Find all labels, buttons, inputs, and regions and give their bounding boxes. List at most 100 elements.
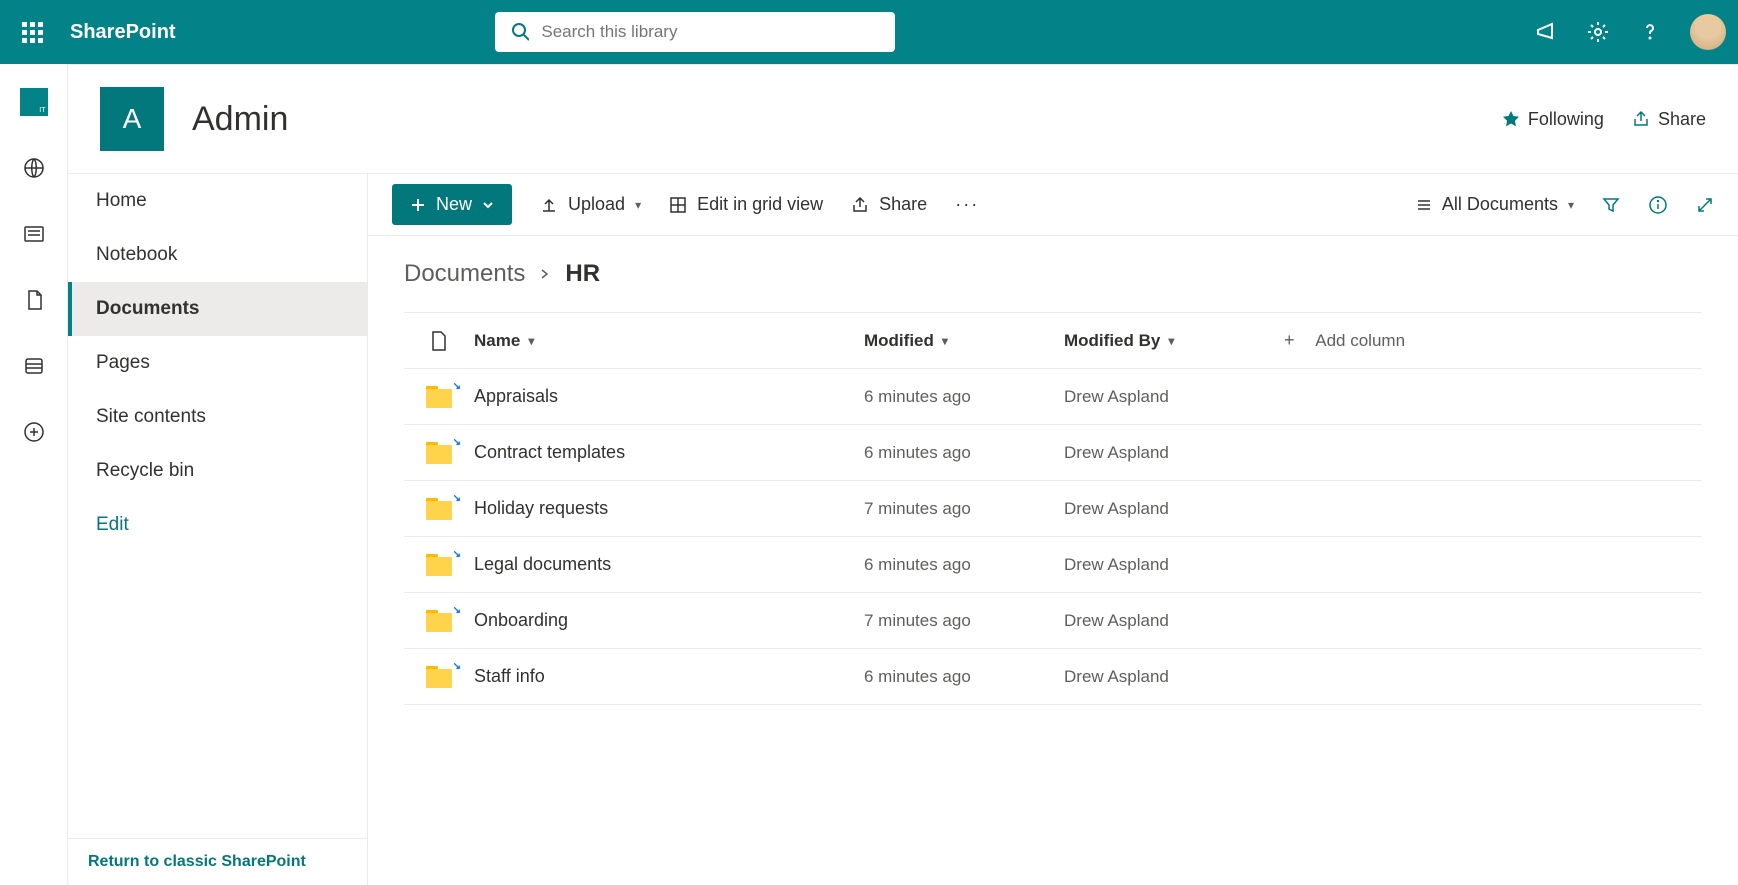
table-header: Name▾ Modified▾ Modified By▾ + Add colum… [404, 313, 1702, 369]
col-modified[interactable]: Modified▾ [864, 331, 1064, 351]
nav-edit-link[interactable]: Edit [68, 498, 367, 552]
chevron-down-icon: ▾ [1568, 198, 1574, 212]
star-icon [1502, 110, 1520, 128]
nav-item-site-contents[interactable]: Site contents [68, 390, 367, 444]
rail-add-icon[interactable] [16, 414, 52, 450]
file-table: Name▾ Modified▾ Modified By▾ + Add colum… [404, 312, 1702, 705]
item-name: Holiday requests [474, 498, 608, 519]
col-type[interactable] [404, 331, 474, 351]
item-name: Contract templates [474, 442, 625, 463]
user-avatar[interactable] [1690, 14, 1726, 50]
table-row[interactable]: ↘ Holiday requests 7 minutes ago Drew As… [404, 481, 1702, 537]
item-name: Staff info [474, 666, 545, 687]
command-bar: New Upload ▾ Edit in grid view Sha [368, 174, 1738, 236]
sync-badge-icon: ↘ [453, 381, 461, 392]
site-logo[interactable]: A [100, 87, 164, 151]
plus-icon [410, 197, 426, 213]
share-site-button[interactable]: Share [1632, 109, 1706, 130]
search-box[interactable] [495, 12, 895, 52]
site-header: A Admin Following Share [68, 65, 1738, 173]
folder-icon: ↘ [426, 610, 452, 632]
new-button[interactable]: New [392, 184, 512, 225]
follow-button[interactable]: Following [1502, 109, 1604, 130]
info-icon [1648, 195, 1668, 215]
search-icon [511, 22, 529, 42]
breadcrumb-root[interactable]: Documents [404, 260, 525, 288]
chevron-down-icon: ▾ [635, 198, 641, 212]
rail-file-icon[interactable] [16, 282, 52, 318]
suite-header: SharePoint [0, 0, 1738, 64]
col-add[interactable]: + Add column [1284, 330, 1484, 351]
app-title[interactable]: SharePoint [70, 21, 176, 44]
item-modified-by: Drew Aspland [1064, 387, 1284, 407]
search-input[interactable] [541, 22, 879, 42]
document-library: New Upload ▾ Edit in grid view Sha [368, 173, 1738, 885]
share-icon [1632, 110, 1650, 128]
breadcrumb: Documents HR [404, 260, 1702, 288]
waffle-icon [22, 22, 43, 43]
table-row[interactable]: ↘ Onboarding 7 minutes ago Drew Aspland [404, 593, 1702, 649]
list-icon [1414, 196, 1432, 214]
item-modified-by: Drew Aspland [1064, 499, 1284, 519]
sync-badge-icon: ↘ [453, 493, 461, 504]
upload-icon [540, 196, 558, 214]
rail-globe-icon[interactable] [16, 150, 52, 186]
file-icon [431, 331, 447, 351]
sync-badge-icon: ↘ [453, 437, 461, 448]
app-launcher[interactable] [12, 12, 52, 52]
item-name: Legal documents [474, 554, 611, 575]
rail-home[interactable]: IT [16, 84, 52, 120]
col-modified-by[interactable]: Modified By▾ [1064, 331, 1284, 351]
col-name[interactable]: Name▾ [474, 331, 864, 351]
nav-item-home[interactable]: Home [68, 174, 367, 228]
help-icon[interactable] [1638, 20, 1662, 44]
nav-item-pages[interactable]: Pages [68, 336, 367, 390]
overflow-button[interactable]: ··· [955, 194, 979, 215]
table-row[interactable]: ↘ Appraisals 6 minutes ago Drew Aspland [404, 369, 1702, 425]
table-row[interactable]: ↘ Contract templates 6 minutes ago Drew … [404, 425, 1702, 481]
megaphone-icon[interactable] [1534, 20, 1558, 44]
info-button[interactable] [1648, 195, 1668, 215]
chevron-down-icon [482, 199, 494, 211]
rail-list-icon[interactable] [16, 348, 52, 384]
share-button[interactable]: Share [851, 194, 927, 215]
item-modified-by: Drew Aspland [1064, 667, 1284, 687]
item-name: Onboarding [474, 610, 568, 631]
sync-badge-icon: ↘ [453, 549, 461, 560]
nav-item-documents[interactable]: Documents [68, 282, 367, 336]
nav-item-recycle-bin[interactable]: Recycle bin [68, 444, 367, 498]
upload-button[interactable]: Upload ▾ [540, 194, 641, 215]
expand-button[interactable] [1696, 196, 1714, 214]
return-classic-link[interactable]: Return to classic SharePoint [68, 838, 367, 885]
app-rail: IT [0, 64, 68, 885]
grid-icon [669, 196, 687, 214]
item-name: Appraisals [474, 386, 558, 407]
sync-badge-icon: ↘ [453, 661, 461, 672]
item-modified: 6 minutes ago [864, 443, 1064, 463]
folder-icon: ↘ [426, 498, 452, 520]
item-modified-by: Drew Aspland [1064, 611, 1284, 631]
item-modified: 6 minutes ago [864, 555, 1064, 575]
item-modified: 7 minutes ago [864, 611, 1064, 631]
expand-icon [1696, 196, 1714, 214]
edit-grid-button[interactable]: Edit in grid view [669, 194, 823, 215]
table-row[interactable]: ↘ Staff info 6 minutes ago Drew Aspland [404, 649, 1702, 705]
folder-icon: ↘ [426, 554, 452, 576]
filter-icon [1602, 196, 1620, 214]
site-nav: HomeNotebookDocumentsPagesSite contentsR… [68, 173, 368, 885]
sync-badge-icon: ↘ [453, 605, 461, 616]
filter-button[interactable] [1602, 196, 1620, 214]
table-row[interactable]: ↘ Legal documents 6 minutes ago Drew Asp… [404, 537, 1702, 593]
share-icon [851, 196, 869, 214]
folder-icon: ↘ [426, 442, 452, 464]
view-switcher[interactable]: All Documents ▾ [1414, 194, 1574, 215]
item-modified-by: Drew Aspland [1064, 555, 1284, 575]
folder-icon: ↘ [426, 386, 452, 408]
rail-news-icon[interactable] [16, 216, 52, 252]
site-title[interactable]: Admin [192, 100, 288, 139]
folder-icon: ↘ [426, 666, 452, 688]
chevron-right-icon [539, 268, 551, 280]
settings-icon[interactable] [1586, 20, 1610, 44]
breadcrumb-current: HR [565, 260, 600, 288]
nav-item-notebook[interactable]: Notebook [68, 228, 367, 282]
